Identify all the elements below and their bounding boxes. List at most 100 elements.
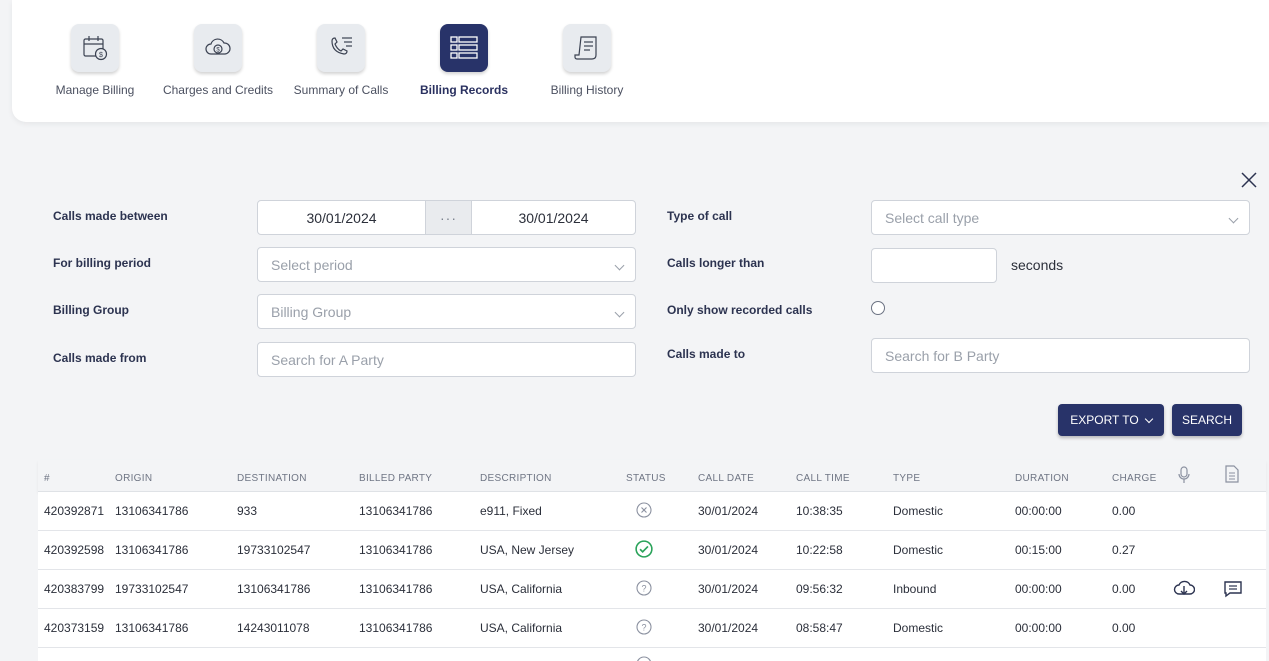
status-success-icon: [635, 540, 653, 558]
header-num: #: [44, 473, 50, 484]
billing-group-label: Billing Group: [53, 303, 129, 317]
header-billed-party[interactable]: BILLED PARTY: [359, 473, 432, 484]
cell-call-time: 10:22:58: [796, 543, 843, 557]
table-row[interactable]: 420383799 19733102547 13106341786 131063…: [38, 570, 1266, 609]
call-type-select[interactable]: Select call type: [871, 200, 1250, 235]
cell-call-time: 08:58:47: [796, 621, 843, 635]
cell-type: Domestic: [893, 543, 944, 557]
chevron-down-icon: [614, 307, 625, 318]
cell-charge: 0.27: [1112, 543, 1136, 557]
close-icon[interactable]: [1240, 171, 1258, 189]
status-failed-icon: [636, 502, 652, 518]
call-type-placeholder: Select call type: [885, 209, 980, 226]
cell-charge: 0.00: [1112, 504, 1136, 518]
header-destination[interactable]: DESTINATION: [237, 473, 307, 484]
calls-made-from-label: Calls made from: [53, 351, 147, 365]
table-row[interactable]: [38, 648, 1266, 661]
cell-call-time: 09:56:32: [796, 582, 843, 596]
table-row[interactable]: 420392871 13106341786 933 13106341786 e9…: [38, 492, 1266, 531]
table-row[interactable]: 420392598 13106341786 19733102547 131063…: [38, 531, 1266, 570]
nav-label: Summary of Calls: [293, 83, 389, 97]
header-call-time[interactable]: CALL TIME: [796, 473, 850, 484]
cell-description: USA, New Jersey: [480, 543, 575, 557]
status-unknown-icon: ?: [636, 619, 652, 635]
header-call-date[interactable]: CALL DATE: [698, 473, 754, 484]
cell-call-date: 30/01/2024: [698, 543, 759, 557]
receipt-scroll-icon: [563, 24, 611, 72]
chevron-down-icon: [1228, 213, 1239, 224]
date-to-input[interactable]: 30/01/2024: [471, 200, 636, 235]
nav-billing-history[interactable]: Billing History: [525, 24, 649, 97]
cell-destination: 933: [237, 504, 258, 518]
header-description[interactable]: DESCRIPTION: [480, 473, 552, 484]
cell-call-date: 30/01/2024: [698, 582, 759, 596]
cell-billed-party: 13106341786: [359, 621, 433, 635]
svg-text:?: ?: [641, 584, 646, 594]
export-to-button[interactable]: EXPORT TO: [1058, 404, 1164, 436]
cell-type: Domestic: [893, 621, 944, 635]
cell-call-time: 10:38:35: [796, 504, 843, 518]
billing-records-table: # ORIGIN DESTINATION BILLED PARTY DESCRI…: [38, 460, 1266, 661]
nav-manage-billing[interactable]: $ Manage Billing: [33, 24, 157, 97]
cell-origin: 13106341786: [115, 621, 189, 635]
cell-billed-party: 13106341786: [359, 582, 433, 596]
billing-nav-bar: $ Manage Billing $ Charges and Credits S…: [12, 0, 1269, 122]
cell-num: 420373159: [44, 621, 105, 635]
b-party-placeholder: Search for B Party: [885, 347, 1000, 364]
chevron-down-icon: [614, 260, 625, 271]
microphone-icon: [1178, 466, 1190, 483]
header-type[interactable]: TYPE: [893, 473, 920, 484]
calls-longer-than-label: Calls longer than: [667, 256, 765, 270]
header-origin[interactable]: ORIGIN: [115, 473, 152, 484]
cell-duration: 00:00:00: [1015, 582, 1062, 596]
cell-description: USA, California: [480, 621, 563, 635]
document-icon: [1225, 465, 1239, 483]
cell-billed-party: 13106341786: [359, 504, 433, 518]
billing-group-select[interactable]: Billing Group: [257, 294, 636, 329]
table-row[interactable]: 420373159 13106341786 14243011078 131063…: [38, 609, 1266, 648]
nav-label: Manage Billing: [55, 83, 135, 97]
cell-destination: 19733102547: [237, 543, 311, 557]
transcript-icon[interactable]: [1222, 579, 1244, 599]
b-party-search-input[interactable]: Search for B Party: [871, 338, 1250, 373]
billing-period-select[interactable]: Select period: [257, 247, 636, 282]
date-from-input[interactable]: 30/01/2024: [257, 200, 426, 235]
phone-list-icon: [317, 24, 365, 72]
nav-charges-and-credits[interactable]: $ Charges and Credits: [156, 24, 280, 97]
cell-type: Domestic: [893, 504, 944, 518]
date-range-picker: 30/01/2024 ··· 30/01/2024: [257, 200, 636, 235]
duration-seconds-input[interactable]: [871, 248, 997, 283]
cell-billed-party: 13106341786: [359, 543, 433, 557]
a-party-search-input[interactable]: Search for A Party: [257, 342, 636, 377]
calls-made-between-label: Calls made between: [53, 209, 168, 223]
cloud-dollar-icon: $: [194, 24, 242, 72]
header-charge[interactable]: CHARGE: [1112, 473, 1157, 484]
billing-group-placeholder: Billing Group: [271, 303, 352, 320]
cell-destination: 14243011078: [237, 621, 310, 635]
seconds-unit-label: seconds: [1011, 257, 1064, 273]
svg-text:$: $: [99, 52, 103, 59]
svg-text:?: ?: [641, 623, 646, 633]
cell-charge: 0.00: [1112, 582, 1136, 596]
cell-call-date: 30/01/2024: [698, 621, 759, 635]
status-unknown-icon: [637, 656, 651, 661]
nav-summary-of-calls[interactable]: Summary of Calls: [279, 24, 403, 97]
cell-description: USA, California: [480, 582, 563, 596]
type-of-call-label: Type of call: [667, 209, 733, 223]
cell-duration: 00:15:00: [1015, 543, 1062, 557]
header-duration[interactable]: DURATION: [1015, 473, 1069, 484]
cell-duration: 00:00:00: [1015, 504, 1062, 518]
nav-label: Billing Records: [419, 83, 508, 97]
date-range-separator: ···: [426, 200, 471, 235]
table-header: # ORIGIN DESTINATION BILLED PARTY DESCRI…: [38, 460, 1266, 492]
download-recording-icon[interactable]: [1173, 579, 1195, 599]
cell-num: 420392598: [44, 543, 105, 557]
header-status[interactable]: STATUS: [626, 473, 666, 484]
a-party-placeholder: Search for A Party: [271, 351, 384, 368]
cell-description: e911, Fixed: [480, 504, 542, 518]
recorded-calls-radio[interactable]: [871, 301, 885, 315]
cell-origin: 13106341786: [115, 504, 189, 518]
cell-num: 420383799: [44, 582, 105, 596]
search-button[interactable]: SEARCH: [1172, 404, 1242, 436]
nav-billing-records[interactable]: Billing Records: [402, 24, 526, 97]
